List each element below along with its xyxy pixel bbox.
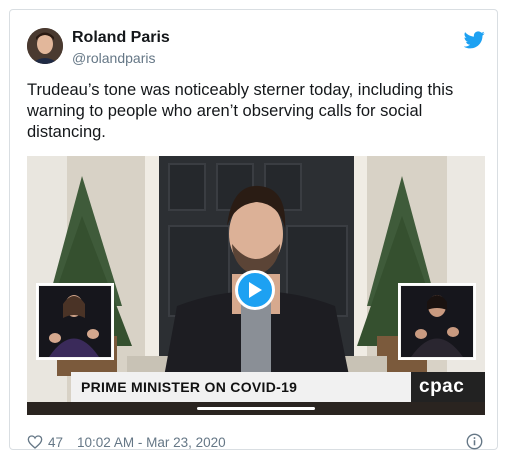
heart-icon[interactable] — [27, 434, 43, 450]
channel-logo-bar: cpac — [411, 372, 485, 402]
banner-text: PRIME MINISTER ON COVID-19 — [81, 379, 298, 395]
play-button[interactable] — [235, 270, 275, 310]
author-handle[interactable]: @rolandparis — [72, 50, 155, 66]
video-banner: PRIME MINISTER ON COVID-19 cpac — [71, 372, 485, 402]
channel-logo: cpac — [419, 376, 465, 397]
tweet-card[interactable]: Roland Paris @rolandparis Trudeau’s tone… — [9, 9, 498, 450]
avatar-image — [27, 28, 63, 64]
tweet-text: Trudeau’s tone was noticeably sterner to… — [27, 81, 454, 141]
tweet-footer: 47 10:02 AM - Mar 23, 2020 — [27, 434, 226, 450]
twitter-bird-icon[interactable] — [464, 31, 485, 49]
video-player[interactable]: PRIME MINISTER ON COVID-19 cpac — [27, 156, 485, 415]
info-icon[interactable] — [466, 433, 483, 450]
tweet-timestamp[interactable]: 10:02 AM - Mar 23, 2020 — [77, 435, 226, 450]
like-count[interactable]: 47 — [48, 435, 63, 450]
video-progress-bar[interactable] — [197, 407, 315, 410]
author-name[interactable]: Roland Paris — [72, 29, 170, 47]
avatar[interactable] — [27, 28, 63, 64]
play-icon — [249, 282, 262, 298]
banner-title-bar: PRIME MINISTER ON COVID-19 — [71, 372, 411, 402]
